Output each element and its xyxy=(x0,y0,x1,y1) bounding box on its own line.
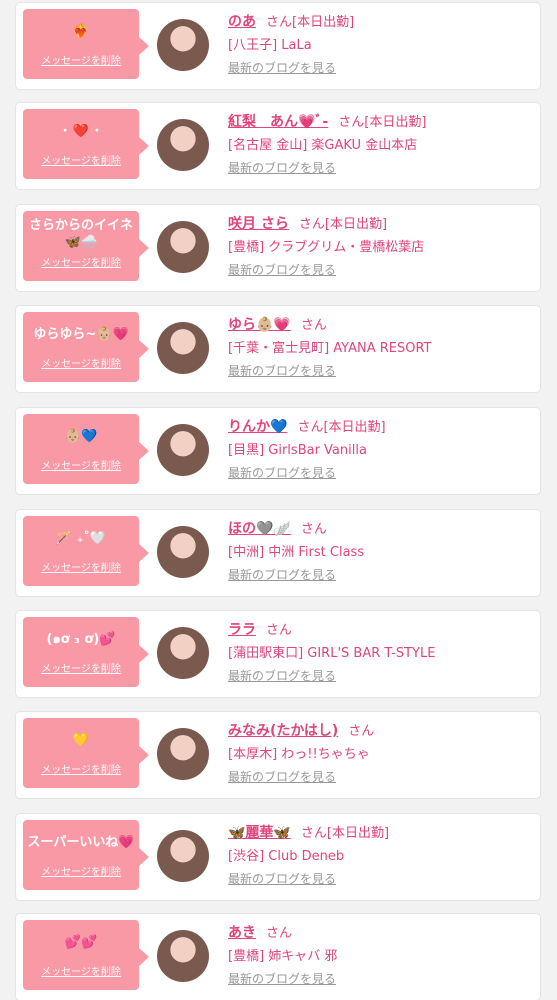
shop-label: [蒲田駅東口] GIRL'S BAR T-STYLE xyxy=(228,646,436,661)
message-bubble: 👶🏼💙 メッセージを削除 xyxy=(23,414,149,484)
latest-blog-link[interactable]: 最新のブログを見る xyxy=(228,159,336,176)
message-bubble: (๑ơ ₃ ơ)💕 メッセージを削除 xyxy=(23,617,149,687)
shop-label: [本厚木] わっ!!ちゃちゃ xyxy=(228,747,370,762)
shop-label: [豊橋] クラブグリム・豊橋松葉店 xyxy=(228,240,425,255)
message-text: スーパーいいね💗 xyxy=(27,835,135,850)
list-item: 👶🏼💙 メッセージを削除 りんか💙 さん[本日出勤] [目黒] GirlsBar … xyxy=(16,408,540,494)
latest-blog-link[interactable]: 最新のブログを見る xyxy=(228,667,336,684)
girl-name-link[interactable]: のあ xyxy=(228,14,256,30)
status-badge: [本日出勤] xyxy=(326,826,390,841)
status-badge: [本日出勤] xyxy=(292,15,355,30)
honorific: さん xyxy=(338,115,365,130)
message-bubble: 🪄 ₊˚🤍 メッセージを削除 xyxy=(23,516,149,586)
shop-label: [目黒] GirlsBar Vanilla xyxy=(228,443,367,458)
shop-label: [中洲] 中洲 First Class xyxy=(228,545,365,560)
shop-label: [豊橋] 姉キャバ 邪 xyxy=(228,949,338,964)
message-text: (๑ơ ₃ ơ)💕 xyxy=(46,632,116,647)
delete-message-link[interactable]: メッセージを削除 xyxy=(23,254,139,269)
list-item: さらからのイイネ🦋🌨️ メッセージを削除 咲月 さら さん[本日出勤] [豊橋] … xyxy=(16,205,540,291)
latest-blog-link[interactable]: 最新のブログを見る xyxy=(228,261,336,278)
message-bubble: スーパーいいね💗 メッセージを削除 xyxy=(23,820,149,890)
avatar[interactable] xyxy=(157,424,209,476)
delete-message-link[interactable]: メッセージを削除 xyxy=(23,559,139,574)
list-item: (๑ơ ₃ ơ)💕 メッセージを削除 ララ さん [蒲田駅東口] GIRL'S B… xyxy=(16,611,540,697)
message-text: ゆらゆら~👶🏼💗 xyxy=(33,327,129,342)
latest-blog-link[interactable]: 最新のブログを見る xyxy=(228,870,336,887)
honorific: さん xyxy=(300,522,327,537)
delete-message-link[interactable]: メッセージを削除 xyxy=(23,660,139,675)
girl-name-link[interactable]: ほの🩶🪽 xyxy=(228,521,291,537)
avatar[interactable] xyxy=(157,19,209,71)
message-text: 👶🏼💙 xyxy=(64,429,98,444)
delete-message-link[interactable]: メッセージを削除 xyxy=(23,152,139,167)
honorific: さん xyxy=(348,724,375,739)
latest-blog-link[interactable]: 最新のブログを見る xyxy=(228,59,336,76)
avatar[interactable] xyxy=(157,930,209,982)
list-item: ❤️‍🔥 メッセージを削除 のあ さん[本日出勤] [八王子] LaLa 最新のブ… xyxy=(16,3,540,89)
girl-name-link[interactable]: 紅梨 あん💗ﾞ- xyxy=(228,114,328,130)
latest-blog-link[interactable]: 最新のブログを見る xyxy=(228,566,336,583)
latest-blog-link[interactable]: 最新のブログを見る xyxy=(228,362,336,379)
message-bubble: ･ ❤️ ･ メッセージを削除 xyxy=(23,109,149,179)
honorific: さん xyxy=(266,623,293,638)
honorific: さん xyxy=(297,420,324,435)
message-bubble: さらからのイイネ🦋🌨️ メッセージを削除 xyxy=(23,211,149,281)
honorific: さん xyxy=(266,926,293,941)
girl-name-link[interactable]: りんか💙 xyxy=(228,419,287,435)
delete-message-link[interactable]: メッセージを削除 xyxy=(23,863,139,878)
shop-label: [千葉・富士見町] AYANA RESORT xyxy=(228,341,432,356)
avatar[interactable] xyxy=(157,728,209,780)
delete-message-link[interactable]: メッセージを削除 xyxy=(23,963,139,978)
message-text: ❤️‍🔥 xyxy=(72,24,90,39)
delete-message-link[interactable]: メッセージを削除 xyxy=(23,457,139,472)
message-list: ❤️‍🔥 メッセージを削除 のあ さん[本日出勤] [八王子] LaLa 最新のブ… xyxy=(0,0,557,1000)
message-text: 💕💕 xyxy=(64,935,98,950)
status-badge: [本日出勤] xyxy=(324,217,388,232)
status-badge: [本日出勤] xyxy=(364,115,427,130)
list-item: スーパーいいね💗 メッセージを削除 🦋麗華🦋 さん[本日出勤] [渋谷] Club… xyxy=(16,814,540,900)
message-text: ･ ❤️ ･ xyxy=(61,124,101,139)
honorific: さん xyxy=(300,826,327,841)
girl-name-link[interactable]: みなみ(たかはし) xyxy=(228,723,338,739)
list-item: ･ ❤️ ･ メッセージを削除 紅梨 あん💗ﾞ- さん[本日出勤] [名古屋 金山… xyxy=(16,103,540,189)
latest-blog-link[interactable]: 最新のブログを見る xyxy=(228,464,336,481)
shop-label: [名古屋 金山] 楽GAKU 金山本店 xyxy=(228,138,418,153)
avatar[interactable] xyxy=(157,627,209,679)
avatar[interactable] xyxy=(157,221,209,273)
message-bubble: ❤️‍🔥 メッセージを削除 xyxy=(23,9,149,79)
honorific: さん xyxy=(300,318,327,333)
girl-name-link[interactable]: 咲月 さら xyxy=(228,216,289,232)
shop-label: [渋谷] Club Deneb xyxy=(228,849,345,864)
girl-name-link[interactable]: ゆら👶🏼💗 xyxy=(228,317,291,333)
message-bubble: 💛 メッセージを削除 xyxy=(23,718,149,788)
list-item: 💛 メッセージを削除 みなみ(たかはし) さん [本厚木] わっ!!ちゃちゃ 最新… xyxy=(16,712,540,798)
latest-blog-link[interactable]: 最新のブログを見る xyxy=(228,970,336,987)
latest-blog-link[interactable]: 最新のブログを見る xyxy=(228,768,336,785)
avatar[interactable] xyxy=(157,526,209,578)
delete-message-link[interactable]: メッセージを削除 xyxy=(23,761,139,776)
list-item: 🪄 ₊˚🤍 メッセージを削除 ほの🩶🪽 さん [中洲] 中洲 First Clas… xyxy=(16,510,540,596)
status-badge: [本日出勤] xyxy=(323,420,386,435)
honorific: さん xyxy=(298,217,325,232)
girl-name-link[interactable]: ララ xyxy=(228,622,256,638)
message-bubble: 💕💕 メッセージを削除 xyxy=(23,920,149,990)
avatar[interactable] xyxy=(157,119,209,171)
honorific: さん xyxy=(266,15,293,30)
list-item: ゆらゆら~👶🏼💗 メッセージを削除 ゆら👶🏼💗 さん [千葉・富士見町] AYAN… xyxy=(16,306,540,392)
avatar[interactable] xyxy=(157,322,209,374)
message-text: 💛 xyxy=(72,733,90,748)
delete-message-link[interactable]: メッセージを削除 xyxy=(23,355,139,370)
message-text: さらからのイイネ🦋🌨️ xyxy=(28,218,133,250)
message-text: 🪄 ₊˚🤍 xyxy=(55,531,107,546)
girl-name-link[interactable]: 🦋麗華🦋 xyxy=(228,825,291,841)
message-bubble: ゆらゆら~👶🏼💗 メッセージを削除 xyxy=(23,312,149,382)
avatar[interactable] xyxy=(157,830,209,882)
girl-name-link[interactable]: あき xyxy=(228,925,256,941)
list-item: 💕💕 メッセージを削除 あき さん [豊橋] 姉キャバ 邪 最新のブログを見る xyxy=(16,914,540,1000)
shop-label: [八王子] LaLa xyxy=(228,38,312,53)
delete-message-link[interactable]: メッセージを削除 xyxy=(23,52,139,67)
